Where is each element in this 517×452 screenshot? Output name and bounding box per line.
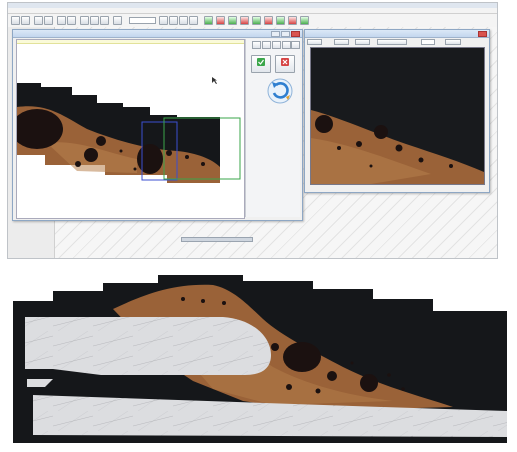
tool-icon[interactable] bbox=[80, 16, 89, 25]
main-toolbar bbox=[8, 14, 497, 28]
preview-controls bbox=[307, 39, 485, 45]
measure-icon[interactable] bbox=[228, 16, 237, 25]
stitching-window bbox=[12, 29, 303, 242]
close-icon[interactable] bbox=[478, 31, 487, 37]
preview-micrograph bbox=[311, 48, 484, 184]
tool-icon[interactable] bbox=[179, 16, 188, 25]
measure-icon[interactable] bbox=[252, 16, 261, 25]
confirm-check-icon bbox=[257, 58, 265, 66]
measure-icon[interactable] bbox=[204, 16, 213, 25]
tool-icon[interactable] bbox=[159, 16, 168, 25]
preview-button[interactable] bbox=[355, 39, 370, 45]
close-icon[interactable] bbox=[291, 31, 300, 37]
horizontal-scrollbar[interactable] bbox=[181, 237, 253, 242]
window-controls bbox=[478, 31, 487, 37]
tool-icon[interactable] bbox=[189, 16, 198, 25]
tool-icon[interactable] bbox=[90, 16, 99, 25]
confirm-button[interactable] bbox=[251, 55, 271, 73]
window-title-bar bbox=[305, 30, 489, 38]
capture-icon[interactable] bbox=[67, 16, 76, 25]
preview-button[interactable] bbox=[445, 39, 461, 45]
measure-icon[interactable] bbox=[240, 16, 249, 25]
camera-icon[interactable] bbox=[57, 16, 66, 25]
control-panel bbox=[245, 39, 300, 217]
new-icon[interactable] bbox=[11, 16, 20, 25]
measure-icon[interactable] bbox=[264, 16, 273, 25]
micrograph-image bbox=[13, 275, 507, 443]
cancel-x-icon bbox=[281, 58, 289, 66]
window-controls bbox=[271, 31, 300, 37]
stitched-micrograph bbox=[13, 271, 507, 443]
measure-icon[interactable] bbox=[216, 16, 225, 25]
measure-icon[interactable] bbox=[276, 16, 285, 25]
settings-icon[interactable] bbox=[291, 41, 300, 49]
preview-button[interactable] bbox=[334, 39, 349, 45]
stitched-mosaic bbox=[17, 77, 241, 183]
tool-icon[interactable] bbox=[169, 16, 178, 25]
tool-icon[interactable] bbox=[100, 16, 109, 25]
tool-icon[interactable] bbox=[113, 16, 122, 25]
zoom-combo[interactable] bbox=[129, 17, 156, 24]
stitch-canvas[interactable] bbox=[16, 39, 245, 219]
measure-icon[interactable] bbox=[288, 16, 297, 25]
print-icon[interactable] bbox=[44, 16, 53, 25]
window-title-bar bbox=[13, 30, 302, 38]
measure-icon[interactable] bbox=[300, 16, 309, 25]
minimize-icon[interactable] bbox=[271, 31, 280, 37]
zoom-out-icon[interactable] bbox=[272, 41, 281, 49]
maximize-icon[interactable] bbox=[281, 31, 290, 37]
fit-icon[interactable] bbox=[282, 41, 291, 49]
live-preview-image bbox=[310, 47, 485, 185]
save-icon[interactable] bbox=[34, 16, 43, 25]
zoom-in-icon[interactable] bbox=[262, 41, 271, 49]
pan-tool-icon[interactable] bbox=[252, 41, 261, 49]
open-icon[interactable] bbox=[21, 16, 30, 25]
preview-button[interactable] bbox=[377, 39, 407, 45]
preview-select[interactable] bbox=[421, 39, 435, 45]
preview-window bbox=[304, 29, 490, 193]
rotate-icon[interactable] bbox=[266, 77, 294, 105]
preview-button[interactable] bbox=[307, 39, 322, 45]
cancel-button[interactable] bbox=[275, 55, 295, 73]
